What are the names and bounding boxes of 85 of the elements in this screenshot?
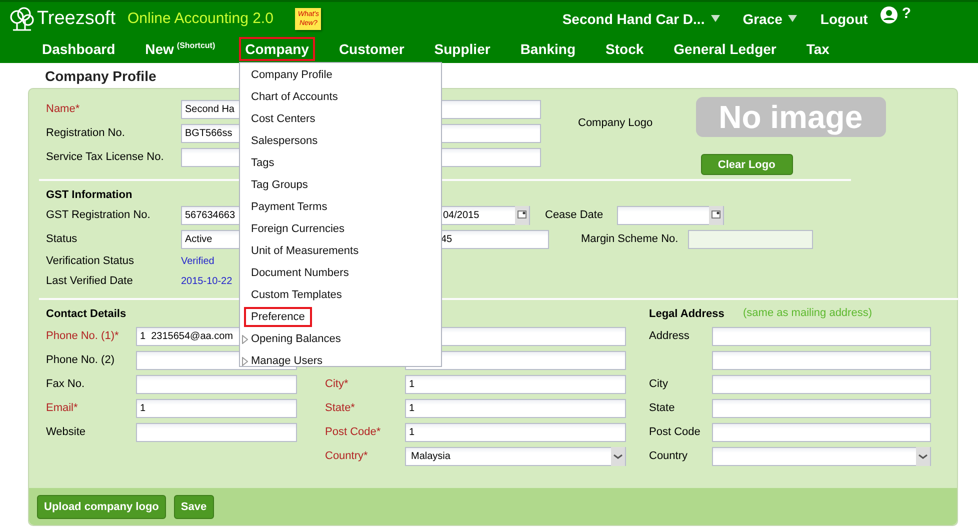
section-title: Legal Address	[649, 308, 724, 320]
menu-item[interactable]: Foreign Currencies	[244, 219, 352, 239]
field-label: Last Verified Date	[46, 275, 134, 287]
text-field[interactable]	[712, 350, 931, 370]
expand-arrow-icon[interactable]	[242, 334, 248, 344]
field-label: City	[649, 378, 669, 390]
menu-item[interactable]: Unit of Measurements	[244, 241, 366, 261]
text-field[interactable]: 1	[136, 398, 297, 418]
nav-tab[interactable]: Customer	[332, 37, 410, 61]
field-label: Country	[649, 450, 689, 462]
text-field[interactable]	[136, 374, 297, 394]
text-field[interactable]	[712, 398, 931, 418]
help-link[interactable]: ?	[902, 5, 911, 22]
nav-tab[interactable]: Tax	[800, 37, 836, 61]
nav-tab[interactable]: Company	[239, 37, 315, 61]
menu-item[interactable]: Tags	[244, 153, 282, 173]
section-title: Contact Details	[46, 308, 126, 320]
user-menu[interactable]: Grace	[742, 10, 782, 26]
field-label: Margin Scheme No.	[581, 233, 680, 245]
field-label: GST Registration No.	[46, 209, 152, 221]
field-label: State*	[325, 402, 356, 414]
field-label: Post Code	[649, 426, 702, 438]
field-label: Name*	[46, 103, 81, 115]
menu-item[interactable]: Document Numbers	[244, 263, 356, 283]
menu-item[interactable]: Manage Users	[244, 351, 330, 371]
field-label: Fax No.	[46, 378, 86, 390]
country-select[interactable]: Malaysia	[405, 446, 626, 466]
nav-tab[interactable]: Stock	[600, 37, 650, 61]
product-name: Online Accounting 2.0	[128, 10, 274, 27]
status-value: Verified	[181, 256, 214, 266]
field-label: Phone No. (1)*	[46, 330, 120, 342]
caret-icon[interactable]	[788, 15, 798, 22]
dropdown-icon[interactable]	[916, 446, 930, 466]
text-field[interactable]: 1	[405, 374, 626, 394]
date-value: 2015-10-22	[181, 276, 232, 286]
nav-tab[interactable]: Banking	[514, 37, 582, 61]
field-label: Phone No. (2)	[46, 354, 116, 366]
nav-tab[interactable]: General Ledger	[668, 37, 782, 61]
menu-item[interactable]: Company Profile	[244, 65, 340, 85]
field-label: State	[649, 402, 676, 414]
nav-tab[interactable]: New $^{(Shortcut)}$	[139, 37, 222, 61]
clear-logo-button[interactable]: Clear Logo	[700, 154, 793, 175]
menu-item[interactable]: Preference	[244, 307, 312, 327]
brand-name: Treezsoft	[37, 8, 116, 30]
field-label: Email*	[46, 402, 79, 414]
logout-link[interactable]: Logout	[820, 10, 868, 26]
text-field[interactable]	[712, 326, 931, 346]
field-label: Registration No.	[46, 127, 126, 139]
text-field[interactable]: 1	[405, 422, 626, 442]
action-button[interactable]: Upload company logo	[37, 494, 166, 518]
caret-icon[interactable]	[710, 15, 720, 22]
menu-item[interactable]: Chart of Accounts	[244, 87, 345, 107]
calendar-icon[interactable]	[515, 206, 529, 224]
calendar-icon[interactable]	[709, 206, 723, 224]
no-image-text: No image	[718, 98, 863, 136]
field-label: City*	[325, 378, 350, 390]
field-label: Company Logo	[578, 117, 653, 131]
expand-arrow-icon[interactable]	[242, 356, 248, 366]
field-label: Service Tax License No.	[46, 151, 165, 163]
field-label: Post Code*	[325, 426, 382, 438]
user-icon[interactable]	[880, 6, 898, 24]
tree-logo-icon	[9, 6, 35, 30]
page-title: Company Profile	[45, 68, 156, 84]
menu-item[interactable]: Tag Groups	[244, 175, 315, 195]
field-label: Address	[649, 330, 690, 342]
field-label: Cease Date	[545, 209, 604, 221]
nav-tab[interactable]: Supplier	[428, 37, 496, 61]
dropdown-icon[interactable]	[611, 446, 625, 466]
menu-item[interactable]: Payment Terms	[244, 197, 334, 217]
field-label: Country*	[325, 450, 369, 462]
action-button[interactable]: Save	[174, 494, 214, 518]
field-label: Website	[46, 426, 87, 438]
menu-item[interactable]: Salespersons	[244, 131, 325, 151]
text-field[interactable]	[712, 374, 931, 394]
nav-tab[interactable]: Dashboard	[36, 37, 122, 61]
date-field[interactable]	[617, 206, 724, 224]
section-title: GST Information	[46, 189, 134, 201]
text-field[interactable]	[712, 422, 931, 442]
menu-item[interactable]: Cost Centers	[244, 109, 322, 129]
text-field[interactable]: 1	[405, 398, 626, 418]
company-switcher[interactable]: Second Hand Car D...	[562, 10, 705, 26]
menu-item[interactable]: Custom Templates	[244, 285, 349, 305]
text-field[interactable]	[136, 422, 297, 442]
field-label: Verification Status	[46, 255, 136, 267]
field-label: Status	[46, 233, 78, 245]
